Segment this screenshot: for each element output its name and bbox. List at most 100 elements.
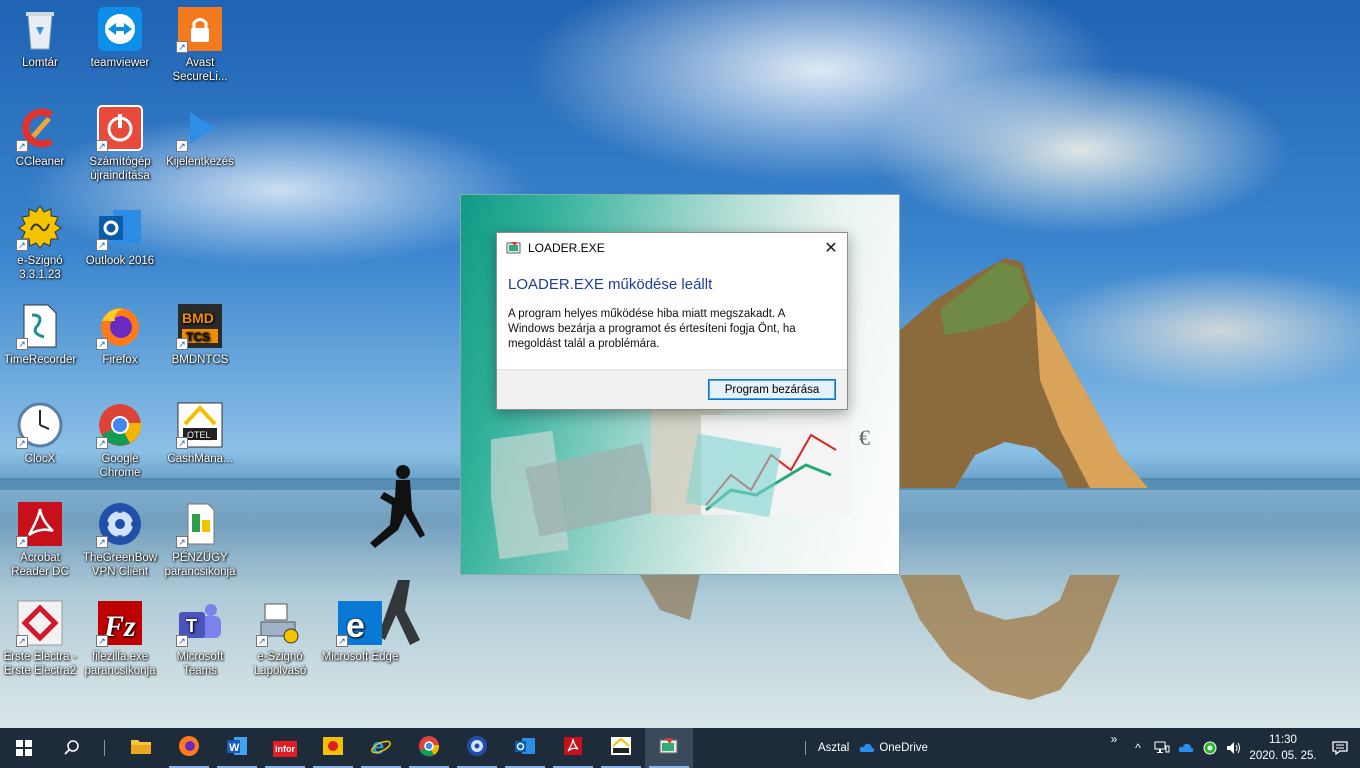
- restart-icon: ↗: [96, 104, 144, 152]
- desktop-icon-cashmanager[interactable]: OTEL ↗ CashMana...: [160, 401, 240, 466]
- desktop-icon-greenbow-vpn[interactable]: ↗ TheGreenBow VPN Client: [80, 500, 160, 579]
- desktop-icon-chrome[interactable]: ↗ Google Chrome: [80, 401, 160, 480]
- dialog-titlebar[interactable]: LOADER.EXE: [497, 233, 847, 263]
- desktop-icon-timerecorder[interactable]: ↗ TimeRecorder: [0, 302, 80, 367]
- cashmanager-icon: OTEL ↗: [176, 401, 224, 449]
- dialog-close-button[interactable]: ✕: [815, 233, 847, 263]
- desktop-icon-avast[interactable]: ↗ Avast SecureLi...: [160, 5, 240, 84]
- desktop-icon-label: filezilla.exe parancsikonja: [84, 651, 156, 677]
- error-dialog: LOADER.EXE ✕ LOADER.EXE működése leállt …: [496, 232, 848, 410]
- desktop-icon-logout[interactable]: ↗ Kijelentkezés: [160, 104, 240, 169]
- shortcut-arrow-icon: ↗: [176, 635, 188, 647]
- toolbar-separator: [805, 741, 806, 755]
- dialog-title: LOADER.EXE: [528, 241, 605, 255]
- timerecorder-icon: ↗: [16, 302, 64, 350]
- toolbar-more-button[interactable]: »: [1102, 728, 1126, 768]
- taskbar-app-list: Winfor e: [117, 728, 693, 768]
- taskbar-app-cashmanager[interactable]: [597, 728, 645, 768]
- clock-time: 11:30: [1269, 734, 1297, 746]
- onedrive-label: OneDrive: [879, 742, 928, 754]
- taskbar-app-red-dot-app[interactable]: [309, 728, 357, 768]
- desktop-icon-label: Microsoft Edge: [321, 651, 399, 663]
- e-szigno-reader-icon: ↗: [256, 599, 304, 647]
- svg-text:€: €: [859, 425, 870, 450]
- desktop-icon-bmdntcs[interactable]: BMD TCS ↗ BMDNTCS: [160, 302, 240, 367]
- taskbar-app-chrome[interactable]: [405, 728, 453, 768]
- desktop-icon-label: CCleaner: [15, 156, 65, 168]
- desktop-icon-label: e-Szignó Lapolvasó: [253, 651, 307, 677]
- ccleaner-icon: ↗: [16, 104, 64, 152]
- desktop-icon-label: TimeRecorder: [3, 354, 77, 366]
- chrome-icon: ↗: [96, 401, 144, 449]
- desktop-icon-teamviewer[interactable]: teamviewer: [80, 5, 160, 70]
- onedrive-tray-button[interactable]: [1174, 728, 1198, 768]
- edge-icon: e ↗: [336, 599, 384, 647]
- search-button[interactable]: [48, 728, 96, 768]
- shortcut-arrow-icon: ↗: [336, 635, 348, 647]
- shortcut-arrow-icon: ↗: [96, 338, 108, 350]
- taskbar-separator: [104, 740, 105, 756]
- desktop-icon-acrobat[interactable]: ↗ Acrobat Reader DC: [0, 500, 80, 579]
- desktop-icon-label: Kijelentkezés: [166, 156, 234, 168]
- clock-date: 2020. 05. 25.: [1249, 750, 1317, 762]
- vpn-tray-button[interactable]: [1198, 728, 1222, 768]
- outlook-icon: ↗: [96, 203, 144, 251]
- desktop-icon-erste-electra[interactable]: ↗ Erste Electra - Erste Electra2: [0, 599, 80, 678]
- acrobat-icon: [563, 736, 583, 761]
- shortcut-arrow-icon: ↗: [96, 239, 108, 251]
- green-status-icon: [1203, 741, 1217, 755]
- word-icon: W: [226, 736, 248, 761]
- svg-text:e: e: [346, 607, 365, 645]
- shortcut-arrow-icon: ↗: [176, 41, 188, 53]
- show-hidden-icons-button[interactable]: ^: [1126, 728, 1150, 768]
- taskbar-app-loader[interactable]: [645, 728, 693, 768]
- svg-text:OTEL: OTEL: [187, 430, 211, 440]
- red-dot-app-icon: [322, 736, 344, 761]
- volume-button[interactable]: [1222, 728, 1246, 768]
- desktop-icon-outlook[interactable]: ↗ Outlook 2016: [80, 203, 160, 268]
- shortcut-arrow-icon: ↗: [176, 437, 188, 449]
- shortcut-arrow-icon: ↗: [16, 239, 28, 251]
- desktop-icon-teams[interactable]: T ↗ Microsoft Teams: [160, 599, 240, 678]
- teamviewer-icon: [96, 5, 144, 53]
- dialog-message: A program helyes működése hiba miatt meg…: [508, 308, 796, 350]
- taskbar-app-greenbow-vpn[interactable]: [453, 728, 501, 768]
- desktop-icon-recycle-bin[interactable]: Lomtár: [0, 5, 80, 70]
- desktop-icon-label: e-Szignó 3.3.1.23: [17, 255, 63, 281]
- network-button[interactable]: [1150, 728, 1174, 768]
- desktop-icon-label: Lomtár: [22, 57, 58, 69]
- svg-text:TCS: TCS: [186, 330, 210, 344]
- taskbar-app-word[interactable]: W: [213, 728, 261, 768]
- file-explorer-icon: [130, 737, 152, 760]
- desktop-icon-e-szigno[interactable]: ↗ e-Szignó 3.3.1.23: [0, 203, 80, 282]
- taskbar-app-infor[interactable]: infor: [261, 728, 309, 768]
- start-button[interactable]: [0, 728, 48, 768]
- taskbar-app-file-explorer[interactable]: [117, 728, 165, 768]
- taskbar-app-outlook[interactable]: [501, 728, 549, 768]
- taskbar-app-firefox[interactable]: [165, 728, 213, 768]
- taskbar-app-internet-explorer[interactable]: e: [357, 728, 405, 768]
- close-program-button[interactable]: Program bezárása: [708, 379, 836, 400]
- desktop-icon-label: CashMana...: [167, 453, 233, 465]
- shortcut-arrow-icon: ↗: [16, 437, 28, 449]
- desktop-icon-clocx[interactable]: ↗ ClocX: [0, 401, 80, 466]
- desktop-icon-ccleaner[interactable]: ↗ CCleaner: [0, 104, 80, 169]
- desktop-icon-edge[interactable]: e ↗ Microsoft Edge: [320, 599, 400, 664]
- action-center-button[interactable]: [1320, 728, 1360, 768]
- onedrive-toolbar[interactable]: OneDrive: [859, 742, 928, 754]
- taskbar: Winfor e Asztal OneDrive » ^ 11:30 2020.…: [0, 728, 1360, 768]
- e-szigno-icon: ↗: [16, 203, 64, 251]
- desktop-icon-filezilla[interactable]: Fz ↗ filezilla.exe parancsikonja: [80, 599, 160, 678]
- desktop-icon-restart[interactable]: ↗ Számítógép újraindítása: [80, 104, 160, 183]
- desktop-toolbar-label[interactable]: Asztal: [818, 742, 849, 754]
- desktop-icon-label: Outlook 2016: [85, 255, 155, 267]
- taskbar-app-acrobat[interactable]: [549, 728, 597, 768]
- loader-app-icon: [506, 242, 521, 254]
- desktop-icon-label: PÉNZÜGY parancsikonja: [164, 552, 236, 578]
- desktop-icon-e-szigno-reader[interactable]: ↗ e-Szignó Lapolvasó: [240, 599, 320, 678]
- desktop-icon-penzugy[interactable]: ↗ PÉNZÜGY parancsikonja: [160, 500, 240, 579]
- shortcut-arrow-icon: ↗: [96, 536, 108, 548]
- clock[interactable]: 11:30 2020. 05. 25.: [1246, 732, 1320, 764]
- desktop-icon-firefox[interactable]: ↗ Firefox: [80, 302, 160, 367]
- onedrive-tray-icon: [1178, 743, 1194, 752]
